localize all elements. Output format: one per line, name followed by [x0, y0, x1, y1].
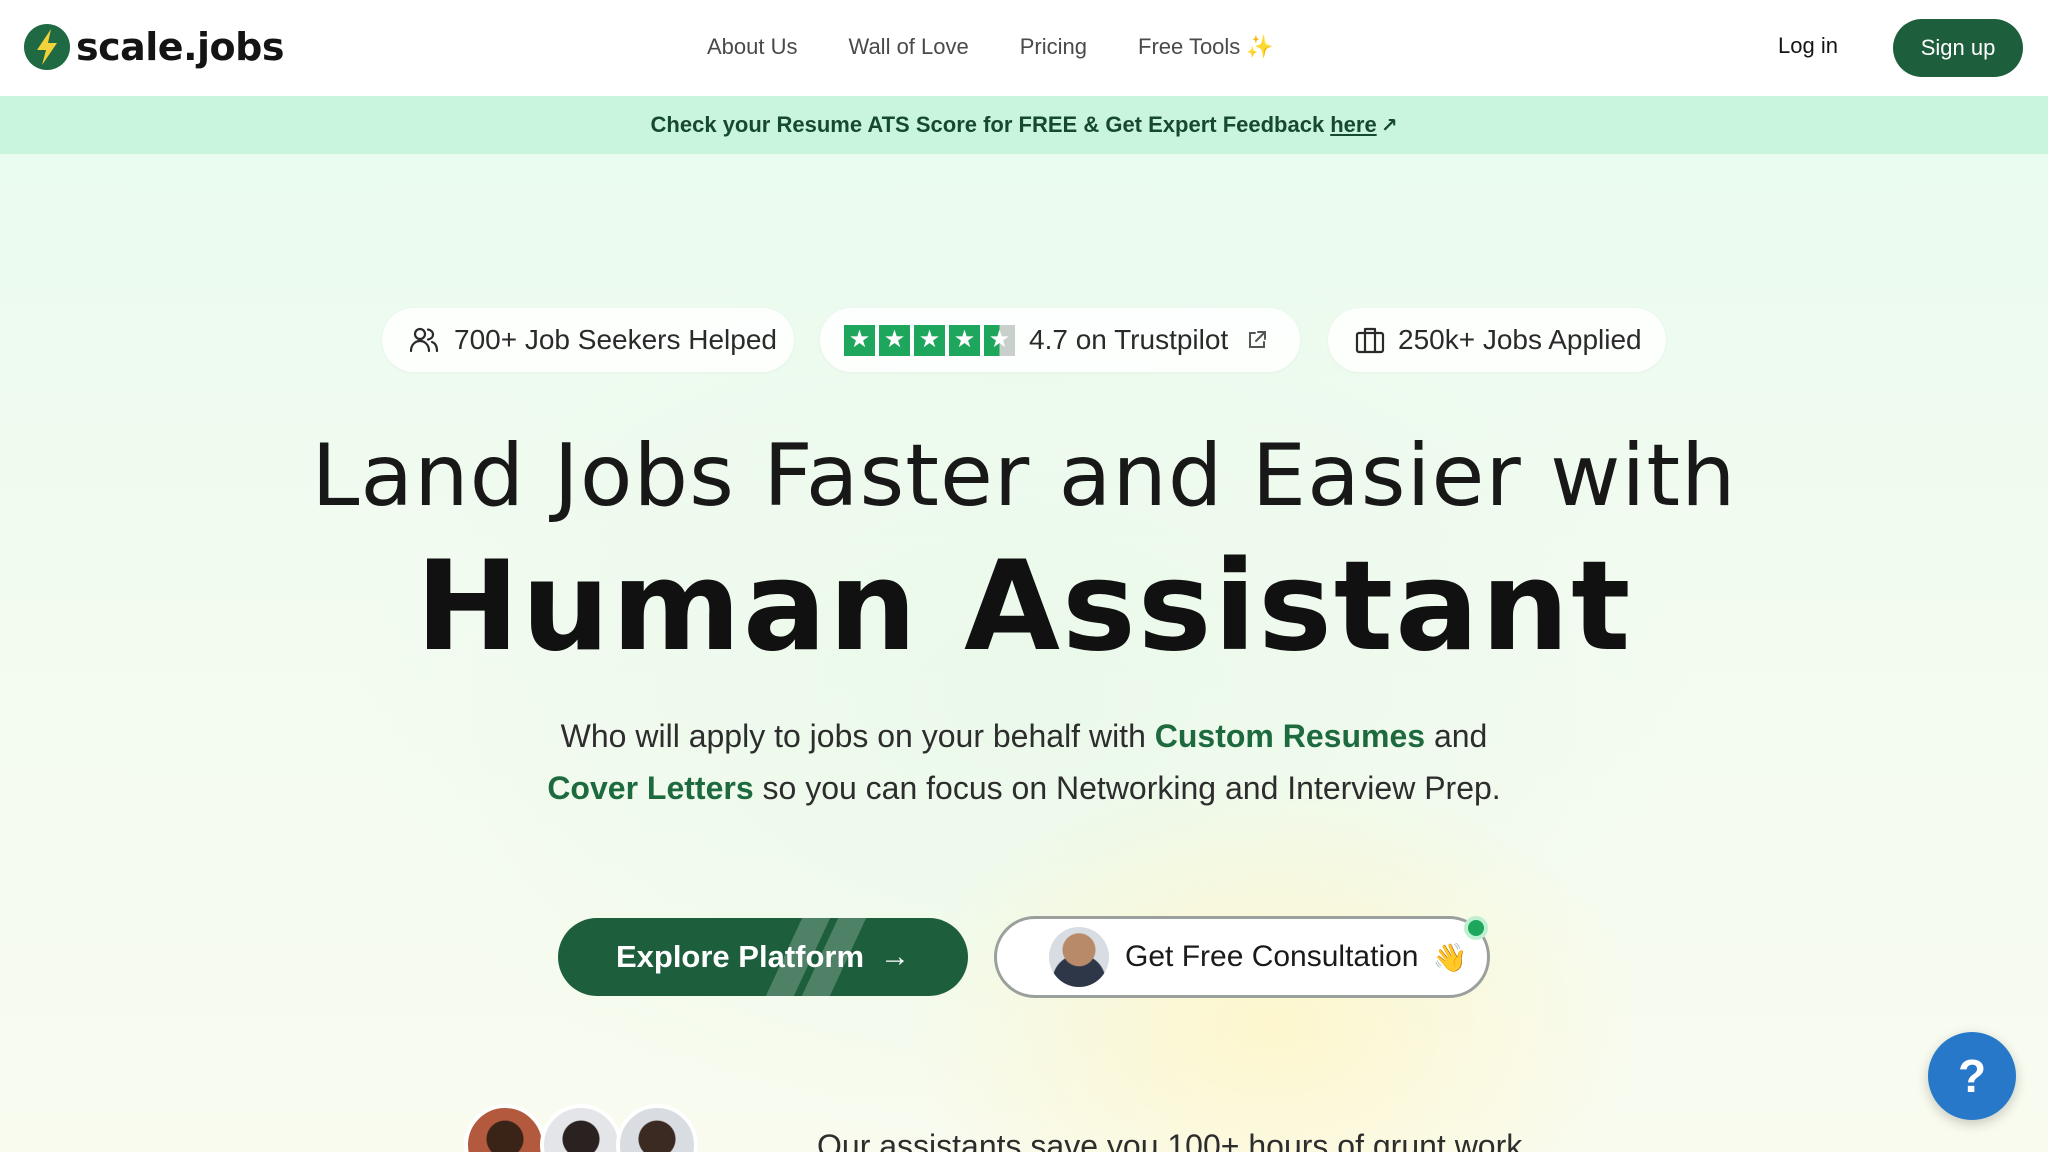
- star-icon: ★: [914, 324, 945, 356]
- lightning-bolt-icon: [24, 24, 70, 70]
- avatar: [540, 1104, 622, 1152]
- stat-pill-seekers: 700+ Job Seekers Helped: [382, 308, 794, 372]
- avatar: [616, 1104, 698, 1152]
- banner-here-link[interactable]: here: [1330, 112, 1376, 138]
- trustpilot-stars: ★ ★ ★ ★ ★: [844, 324, 1015, 356]
- avatar: [464, 1104, 546, 1152]
- nav-wall-of-love[interactable]: Wall of Love: [849, 34, 969, 60]
- nav-pricing[interactable]: Pricing: [1020, 34, 1087, 60]
- star-half-icon: ★: [984, 324, 1015, 356]
- star-icon: ★: [949, 324, 980, 356]
- hero-headline-line-1: Land Jobs Faster and Easier with: [311, 426, 1737, 526]
- banner-text: Check your Resume ATS Score for FREE & G…: [650, 112, 1325, 137]
- ats-promo-banner: Check your Resume ATS Score for FREE & G…: [0, 96, 2048, 154]
- top-navbar: scale.jobs About Us Wall of Love Pricing…: [0, 0, 2048, 96]
- consultant-avatar: [1049, 927, 1109, 987]
- sub-cover-letters: Cover Letters: [547, 770, 754, 806]
- brand-name: scale.jobs: [76, 25, 284, 69]
- hero-subtext-line-2: Cover Letters so you can focus on Networ…: [0, 762, 2048, 814]
- stat-jobs-text: 250k+ Jobs Applied: [1398, 324, 1642, 355]
- waving-hand-icon: 👋: [1432, 941, 1468, 973]
- help-chat-button[interactable]: ?: [1928, 1032, 2016, 1120]
- users-icon: [409, 327, 439, 353]
- online-status-dot: [1464, 916, 1488, 940]
- nav-free-tools-label: Free Tools: [1138, 34, 1241, 59]
- customer-avatars: [464, 1104, 698, 1152]
- stat-pill-trustpilot[interactable]: ★ ★ ★ ★ ★ 4.7 on Trustpilot: [820, 308, 1300, 372]
- hero-subtext-line-1: Who will apply to jobs on your behalf wi…: [0, 710, 2048, 762]
- arrow-right-icon: →: [880, 940, 911, 973]
- sub-custom-resumes: Custom Resumes: [1154, 718, 1426, 754]
- sub-line-1a: Who will apply to jobs on your behalf wi…: [560, 718, 1155, 754]
- explore-platform-button[interactable]: Explore Platform →: [558, 918, 968, 996]
- explore-platform-label: Explore Platform: [615, 939, 865, 974]
- external-link-icon: [1249, 331, 1267, 348]
- brand-logo-link[interactable]: scale.jobs: [24, 24, 284, 70]
- time-savings-text: Our assistants save you 100+ hours of gr…: [817, 1128, 1523, 1152]
- login-link[interactable]: Log in: [1778, 33, 1838, 59]
- hero-headline-line-2: Human Assistant: [415, 535, 1633, 679]
- star-icon: ★: [879, 324, 910, 356]
- star-icon: ★: [844, 324, 875, 356]
- sub-line-2b: so you can focus on Networking and Inter…: [753, 770, 1501, 806]
- nav-free-tools[interactable]: Free Tools ✨: [1138, 34, 1274, 60]
- external-arrow-icon: ↗: [1380, 114, 1398, 137]
- stat-seekers-text: 700+ Job Seekers Helped: [454, 324, 777, 355]
- stat-pill-jobs: 250k+ Jobs Applied: [1328, 308, 1666, 372]
- nav-about-us[interactable]: About Us: [707, 34, 798, 60]
- nav-links: About Us Wall of Love Pricing Free Tools…: [707, 34, 1274, 60]
- sparkle-icon: ✨: [1246, 34, 1274, 59]
- sub-line-1c: and: [1425, 718, 1488, 754]
- stat-trustpilot-text: 4.7 on Trustpilot: [1029, 324, 1229, 355]
- signup-button[interactable]: Sign up: [1893, 19, 2023, 77]
- hero-subtext: Who will apply to jobs on your behalf wi…: [0, 710, 2048, 814]
- free-consultation-button[interactable]: Get Free Consultation 👋: [994, 916, 1490, 998]
- briefcase-icon: [1355, 327, 1385, 354]
- free-consultation-label: Get Free Consultation: [1125, 940, 1419, 973]
